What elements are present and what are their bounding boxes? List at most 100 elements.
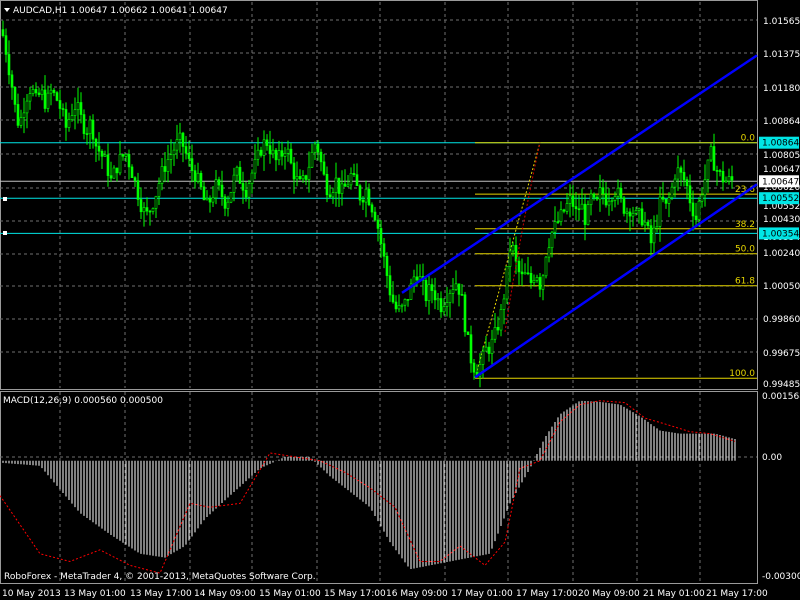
candle-body xyxy=(277,150,281,161)
candle-body xyxy=(400,304,404,307)
candle-body xyxy=(70,115,74,120)
candle-body xyxy=(232,174,236,193)
candle-body xyxy=(355,174,359,186)
candle-body xyxy=(61,108,65,110)
time-axis[interactable]: 10 May 2013 13 May 01:00 13 May 17:00 14… xyxy=(2,589,768,599)
candle-body xyxy=(172,149,176,156)
candle-body xyxy=(622,197,626,214)
time-axis-label: 17 May 01:00 xyxy=(451,589,513,599)
candle-body xyxy=(415,276,419,281)
candle-body xyxy=(337,177,341,194)
candle-body xyxy=(235,166,239,176)
candle-body xyxy=(154,196,158,209)
candle-body xyxy=(589,193,593,205)
price-axis-label: 0.99485 xyxy=(763,380,800,390)
candle-body xyxy=(499,309,503,331)
candle-body xyxy=(619,187,623,199)
candle-body xyxy=(343,183,347,187)
candle-body xyxy=(481,350,485,365)
candle-body xyxy=(640,208,644,226)
candle-body xyxy=(283,153,287,157)
candle-body xyxy=(646,221,650,226)
price-axis-label: 1.01375 xyxy=(763,50,800,60)
candle-body xyxy=(721,171,725,183)
candle-body xyxy=(394,301,398,310)
candle-body xyxy=(385,255,389,276)
hline-anchor-marker[interactable] xyxy=(3,231,7,235)
candle-body xyxy=(334,177,338,193)
candle-body xyxy=(595,196,599,200)
candle-body xyxy=(457,283,461,295)
candle-body xyxy=(652,227,656,244)
candle-body xyxy=(1,29,5,36)
price-axis-label: 1.00050 xyxy=(763,282,800,292)
macd-header: MACD(12,26,9) 0.000560 0.000500 xyxy=(3,396,163,406)
candle-body xyxy=(658,196,662,227)
candle-body xyxy=(532,280,536,283)
candle-body xyxy=(601,187,605,194)
candle-body xyxy=(496,327,500,331)
candle-body xyxy=(73,109,77,116)
candle-body xyxy=(79,102,83,115)
candle-body xyxy=(145,207,149,212)
chart-window[interactable]: 0.023.638.250.061.8100.0 1.01565 1.01375… xyxy=(0,0,800,600)
fibo-level-label: 38.2 xyxy=(735,220,755,230)
hline-anchor-marker[interactable] xyxy=(3,197,7,201)
candle-body xyxy=(289,148,293,164)
candle-body xyxy=(718,170,722,172)
candle-body xyxy=(538,277,542,290)
candle-body xyxy=(448,293,452,303)
candle-body xyxy=(181,132,185,147)
candle-body xyxy=(673,178,677,188)
candle-body xyxy=(88,119,92,135)
candle-body xyxy=(226,201,230,209)
candle-body xyxy=(379,228,383,244)
candle-body xyxy=(205,198,209,201)
candle-body xyxy=(544,256,548,277)
fibo-level-label: 50.0 xyxy=(735,245,755,255)
candle-body xyxy=(367,188,371,206)
candle-body xyxy=(130,166,134,178)
candle-body xyxy=(10,74,14,88)
candle-body xyxy=(313,143,317,153)
candle-body xyxy=(556,221,560,223)
candle-body xyxy=(508,250,512,267)
candle-body xyxy=(163,166,167,172)
candle-body xyxy=(628,211,632,217)
candle-body xyxy=(682,172,686,180)
candle-body xyxy=(685,179,689,187)
candle-body xyxy=(193,170,197,182)
candle-body xyxy=(259,149,263,156)
candle-body xyxy=(565,203,569,212)
candle-body xyxy=(484,346,488,352)
candle-body xyxy=(286,148,290,154)
candle-body xyxy=(139,199,143,213)
candle-body xyxy=(445,302,449,307)
candle-body xyxy=(430,284,434,291)
candle-body xyxy=(238,166,242,184)
candle-body xyxy=(40,89,44,95)
candle-body xyxy=(610,200,614,202)
candle-body xyxy=(424,280,428,302)
candle-body xyxy=(34,89,38,94)
candle-body xyxy=(691,202,695,217)
candle-body xyxy=(328,194,332,198)
candle-body xyxy=(292,162,296,180)
candle-body xyxy=(214,179,218,199)
candle-body xyxy=(454,283,458,290)
candle-body xyxy=(85,133,89,135)
candle-body xyxy=(592,193,596,198)
candle-body xyxy=(265,139,269,146)
candle-body xyxy=(439,298,443,313)
price-axis-label: 1.00240 xyxy=(763,249,800,259)
candle-body xyxy=(316,143,320,153)
candle-body xyxy=(103,154,107,157)
candle-body xyxy=(184,146,188,154)
candle-body xyxy=(271,149,275,155)
candle-body xyxy=(712,146,716,171)
candle-body xyxy=(361,199,365,203)
fibo-level-label: 100.0 xyxy=(729,369,755,379)
candle-body xyxy=(427,284,431,302)
time-axis-label: 14 May 09:00 xyxy=(194,589,256,599)
price-axis-label: 1.01180 xyxy=(763,84,800,94)
